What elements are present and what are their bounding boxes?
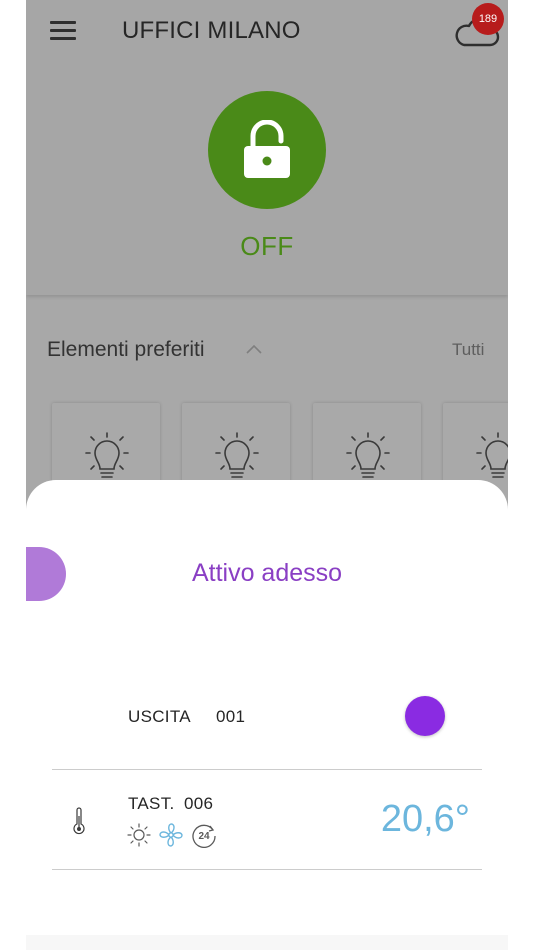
- svg-text:24: 24: [198, 831, 210, 842]
- favorites-title: Elementi preferiti: [47, 338, 205, 361]
- bulb-icon: [476, 432, 508, 478]
- divider: [52, 869, 482, 870]
- row-value: 001: [216, 707, 246, 726]
- bulb-icon: [346, 432, 390, 478]
- temperature-value: 20,6°: [380, 798, 470, 840]
- menu-icon[interactable]: [50, 21, 76, 41]
- bottom-bar: [26, 935, 508, 950]
- bulb-icon: [215, 432, 259, 478]
- clock-24-icon: 24: [192, 824, 216, 848]
- header-panel: UFFICI MILANO 189 OFF: [26, 0, 508, 295]
- page-title: UFFICI MILANO: [122, 17, 301, 44]
- bulb-icon: [85, 432, 129, 478]
- sun-icon: [127, 823, 151, 847]
- active-now-sheet: Attivo adesso USCITA 001 TAST. 006 24 20…: [26, 480, 508, 950]
- output-toggle[interactable]: [405, 696, 445, 736]
- fan-icon: [159, 823, 183, 847]
- lock-toggle-button[interactable]: [208, 91, 326, 209]
- app-screen: UFFICI MILANO 189 OFF Elementi preferiti…: [26, 0, 508, 950]
- row-value: 006: [184, 794, 214, 813]
- all-favorites-link[interactable]: Tutti: [452, 340, 484, 360]
- lock-status: OFF: [240, 231, 294, 261]
- thermometer-icon: [73, 807, 85, 835]
- divider: [52, 769, 482, 770]
- sheet-title: Attivo adesso: [191, 559, 343, 587]
- chevron-up-icon[interactable]: [245, 343, 263, 355]
- row-label: USCITA: [128, 707, 191, 726]
- notification-badge[interactable]: 189: [472, 3, 504, 35]
- row-label: TAST.: [128, 794, 175, 813]
- lock-open-icon: [244, 120, 290, 178]
